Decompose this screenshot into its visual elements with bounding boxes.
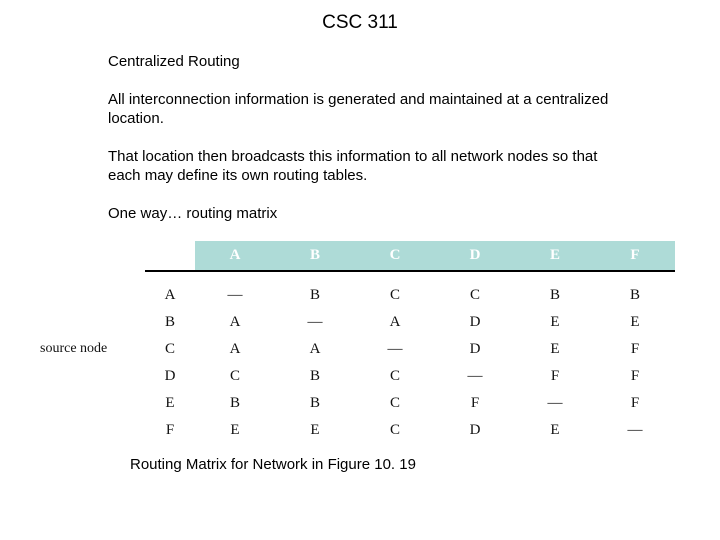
cell: F [435, 390, 515, 417]
cell: D [435, 417, 515, 444]
paragraph-3: One way… routing matrix [108, 204, 618, 224]
cell: E [515, 309, 595, 336]
cell: — [435, 363, 515, 390]
table-row: C A A — D E F [145, 336, 675, 363]
cell: E [595, 309, 675, 336]
cell: F [595, 390, 675, 417]
cell: — [275, 309, 355, 336]
cell: D [435, 309, 515, 336]
cell: C [355, 390, 435, 417]
cell: D [435, 336, 515, 363]
cell: E [275, 417, 355, 444]
cell: B [595, 282, 675, 309]
table-row: B A — A D E E [145, 309, 675, 336]
source-node-label: source node [40, 341, 107, 357]
row-header: E [145, 390, 195, 417]
cell: — [595, 417, 675, 444]
cell: A [355, 309, 435, 336]
cell: C [355, 282, 435, 309]
matrix-caption: Routing Matrix for Network in Figure 10.… [130, 456, 720, 473]
row-header: B [145, 309, 195, 336]
table-row: F E E C D E — [145, 417, 675, 444]
cell: F [595, 336, 675, 363]
cell: C [355, 363, 435, 390]
table-row: A — B C C B B [145, 282, 675, 309]
cell: A [275, 336, 355, 363]
col-header: A [195, 241, 275, 271]
paragraph-1: All interconnection information is gener… [108, 90, 618, 129]
row-header: D [145, 363, 195, 390]
cell: B [275, 363, 355, 390]
col-header: D [435, 241, 515, 271]
cell: C [195, 363, 275, 390]
col-header: F [595, 241, 675, 271]
cell: — [515, 390, 595, 417]
cell: B [275, 282, 355, 309]
cell: E [515, 417, 595, 444]
cell: B [195, 390, 275, 417]
row-header: A [145, 282, 195, 309]
cell: — [355, 336, 435, 363]
cell: — [195, 282, 275, 309]
cell: F [515, 363, 595, 390]
page-title: CSC 311 [0, 0, 720, 52]
cell: B [275, 390, 355, 417]
row-header: F [145, 417, 195, 444]
cell: E [515, 336, 595, 363]
row-header: C [145, 336, 195, 363]
header-underline [145, 271, 675, 282]
cell: C [355, 417, 435, 444]
cell: B [515, 282, 595, 309]
body-text: Centralized Routing All interconnection … [108, 52, 618, 223]
cell: E [195, 417, 275, 444]
header-spacer [145, 241, 195, 271]
cell: C [435, 282, 515, 309]
cell: A [195, 309, 275, 336]
routing-matrix-section: source node A B C D E F A — B C C [40, 241, 680, 444]
col-header: B [275, 241, 355, 271]
table-row: D C B C — F F [145, 363, 675, 390]
section-heading: Centralized Routing [108, 52, 618, 72]
table-row: E B B C F — F [145, 390, 675, 417]
col-header: C [355, 241, 435, 271]
paragraph-2: That location then broadcasts this infor… [108, 147, 618, 186]
table-header-row: A B C D E F [145, 241, 675, 271]
cell: A [195, 336, 275, 363]
cell: F [595, 363, 675, 390]
routing-matrix-table: A B C D E F A — B C C B B B [145, 241, 675, 444]
col-header: E [515, 241, 595, 271]
